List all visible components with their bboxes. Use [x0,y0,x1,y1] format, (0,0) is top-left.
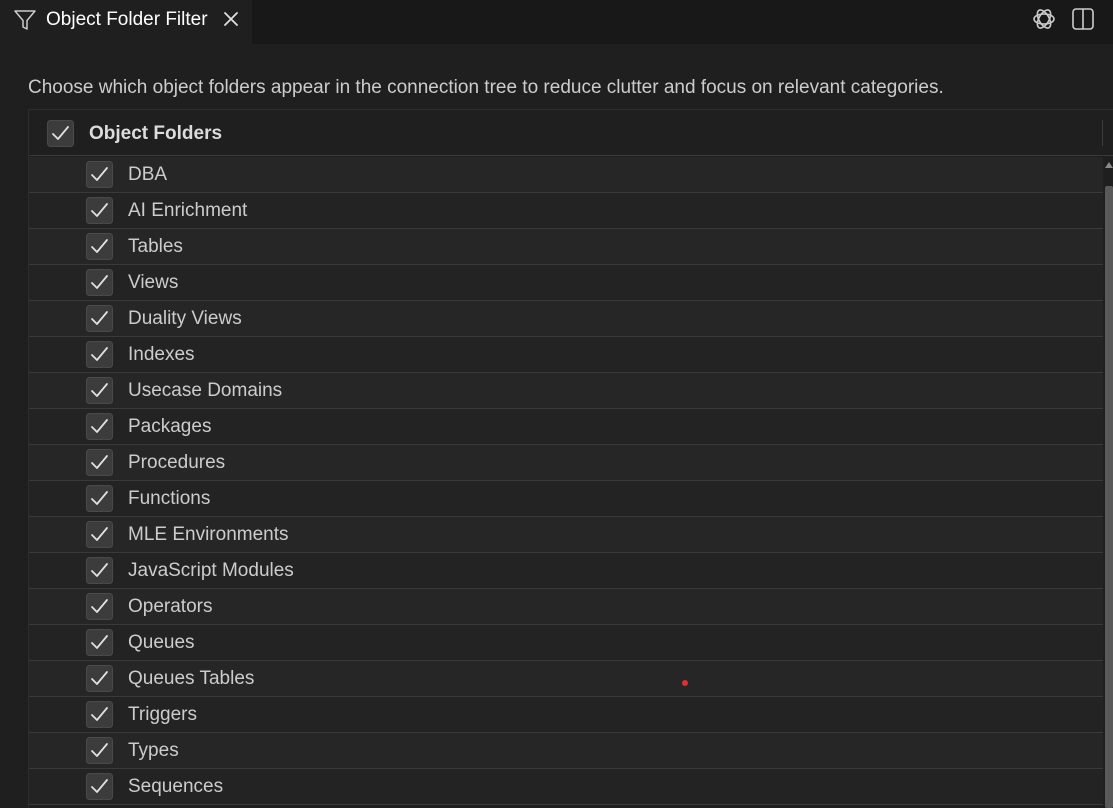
tree-item[interactable]: Operators [29,589,1103,625]
tree-items: DBA AI Enrichment Tables Views Duality Views… [29,157,1103,805]
tree-item-label: Operators [128,596,213,617]
cursor-dot [682,680,688,686]
tree-item[interactable]: Types [29,733,1103,769]
tree-header-label: Object Folders [89,123,223,144]
tree-item-label: Procedures [128,452,226,473]
tree-item-label: Usecase Domains [128,380,283,401]
tree-item-label: Sequences [128,776,224,797]
tree-item-label: Queues Tables [128,668,255,689]
folder-checkbox[interactable] [86,377,113,404]
tree-item-label: Packages [128,416,212,437]
tree-item[interactable]: AI Enrichment [29,193,1103,229]
folder-checkbox[interactable] [86,773,113,800]
folder-checkbox[interactable] [86,665,113,692]
tree-item-label: Duality Views [128,308,242,329]
tree-item[interactable]: Procedures [29,445,1103,481]
tree-item-label: JavaScript Modules [128,560,294,581]
close-icon[interactable] [221,9,241,29]
tab-bar: Object Folder Filter [0,0,1113,44]
folder-checkbox[interactable] [86,305,113,332]
tree-item[interactable]: Queues [29,625,1103,661]
description-text: Choose which object folders appear in th… [28,77,944,98]
tree-item-label: Triggers [128,704,197,725]
tree-item[interactable]: Usecase Domains [29,373,1103,409]
folder-checkbox[interactable] [86,161,113,188]
tree-item[interactable]: Triggers [29,697,1103,733]
tree-item[interactable]: DBA [29,157,1103,193]
scroll-up-arrow-icon[interactable] [1105,162,1113,168]
tree-item[interactable]: Queues Tables [29,661,1103,697]
tab-title: Object Folder Filter [46,9,208,30]
folder-checkbox[interactable] [86,557,113,584]
tree-item[interactable]: Tables [29,229,1103,265]
column-divider[interactable] [1102,120,1103,146]
tree-item-label: Functions [128,488,211,509]
select-all-checkbox[interactable] [47,120,74,147]
tree-item[interactable]: Functions [29,481,1103,517]
tree-item[interactable]: Sequences [29,769,1103,805]
split-editor-icon[interactable] [1070,6,1096,32]
tree-item-label: Tables [128,236,183,257]
tab-object-folder-filter[interactable]: Object Folder Filter [0,0,252,44]
tree-item[interactable]: Indexes [29,337,1103,373]
folder-checkbox[interactable] [86,233,113,260]
tree-item-label: AI Enrichment [128,200,248,221]
tree-item-label: Queues [128,632,195,653]
folder-checkbox[interactable] [86,701,113,728]
tree-item[interactable]: Packages [29,409,1103,445]
tree-item[interactable]: JavaScript Modules [29,553,1103,589]
tree-item[interactable]: Views [29,265,1103,301]
tree-item-label: DBA [128,164,168,185]
tree-item-label: Types [128,740,179,761]
folder-checkbox[interactable] [86,341,113,368]
folder-checkbox[interactable] [86,593,113,620]
folder-checkbox[interactable] [86,269,113,296]
folder-checkbox[interactable] [86,629,113,656]
tree-header: Object Folders [29,110,1113,156]
filter-icon [14,10,36,30]
folder-checkbox[interactable] [86,449,113,476]
folder-checkbox[interactable] [86,737,113,764]
openai-icon[interactable] [1031,6,1057,32]
tree-item[interactable]: MLE Environments [29,517,1103,553]
folder-checkbox[interactable] [86,485,113,512]
scrollbar-thumb[interactable] [1105,186,1113,808]
folder-checkbox[interactable] [86,197,113,224]
tree-item-label: Views [128,272,179,293]
folder-checkbox[interactable] [86,413,113,440]
folder-checkbox[interactable] [86,521,113,548]
tree-item[interactable]: Duality Views [29,301,1103,337]
tree-item-label: MLE Environments [128,524,289,545]
object-folder-tree: Object Folders DBA AI Enrichment Tables Vie… [28,109,1113,808]
tree-item-label: Indexes [128,344,195,365]
